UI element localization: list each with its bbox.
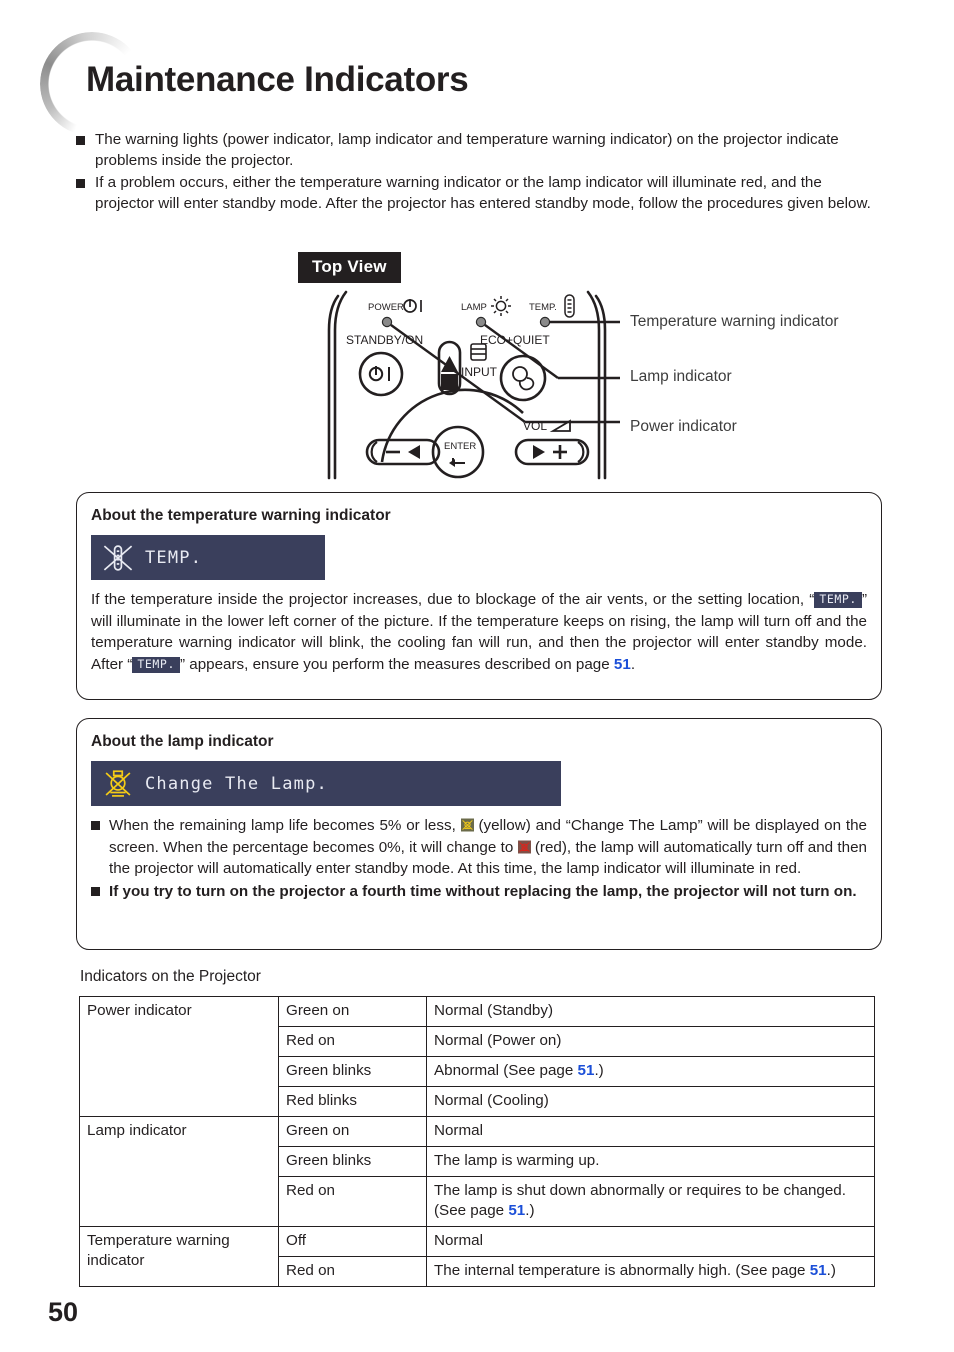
svg-text:LAMP: LAMP — [461, 302, 487, 313]
inline-temp-badge: TEMP. — [814, 592, 862, 608]
svg-text:ENTER: ENTER — [444, 441, 476, 452]
desc-text: The lamp is shut down abnormally or requ… — [434, 1182, 846, 1219]
page-reference-link[interactable]: 51 — [578, 1062, 595, 1079]
page-reference-link[interactable]: 51 — [508, 1202, 525, 1219]
cell-description: Normal — [426, 1116, 875, 1147]
crossed-thermometer-icon — [103, 544, 133, 571]
table-row: Power indicator Green on Normal (Standby… — [79, 996, 875, 1117]
temp-body-part-1: If the temperature inside the projector … — [91, 591, 815, 608]
cell-description: The internal temperature is abnormally h… — [426, 1256, 875, 1287]
cell-indicator-name: Temperature warning indicator — [79, 1226, 279, 1287]
intro-bullet-list: The warning lights (power indicator, lam… — [76, 130, 882, 216]
desc-text-post: .) — [594, 1062, 604, 1079]
cell-state: Green blinks — [278, 1146, 427, 1177]
page-title: Maintenance Indicators — [86, 60, 469, 99]
temperature-indicator-info-box: About the temperature warning indicator … — [76, 492, 882, 700]
lamp-bullet-1-text: When the remaining lamp life becomes 5% … — [109, 815, 867, 880]
desc-text: Normal — [434, 1232, 483, 1249]
cell-state: Green on — [278, 1116, 427, 1147]
square-bullet-icon — [76, 136, 85, 145]
list-item: The warning lights (power indicator, lam… — [76, 130, 882, 171]
desc-text: Normal (Power on) — [434, 1032, 562, 1049]
crossed-lamp-icon-red — [517, 840, 531, 853]
svg-text:STANDBY/ON: STANDBY/ON — [346, 333, 423, 347]
desc-text: The lamp is warming up. — [434, 1152, 600, 1169]
cell-description: Abnormal (See page 51.) — [426, 1056, 875, 1087]
cell-description: The lamp is shut down abnormally or requ… — [426, 1176, 875, 1227]
page-reference-link[interactable]: 51 — [614, 656, 631, 673]
desc-text-post: .) — [826, 1262, 836, 1279]
square-bullet-icon — [76, 179, 85, 188]
cell-description: Normal — [426, 1226, 875, 1257]
temp-body-part-4: . — [630, 655, 636, 673]
desc-text: The internal temperature is abnormally h… — [434, 1262, 810, 1279]
cell-description: The lamp is warming up. — [426, 1146, 875, 1177]
page-reference-link[interactable]: 51 — [810, 1262, 827, 1279]
table-row: Lamp indicator Green on Normal — [79, 1116, 875, 1227]
lamp-indicator-info-box: About the lamp indicator Change The Lamp… — [76, 718, 882, 950]
document-page: Maintenance Indicators The warning light… — [0, 0, 954, 1352]
svg-text:ECO+QUIET: ECO+QUIET — [480, 333, 550, 347]
desc-text: Normal — [434, 1122, 483, 1139]
cell-state: Red on — [278, 1256, 427, 1287]
callout-power-indicator: Power indicator — [630, 418, 737, 435]
cell-description: Normal (Standby) — [426, 996, 875, 1027]
intro-bullet-text: If a problem occurs, either the temperat… — [95, 174, 871, 212]
crossed-lamp-icon — [105, 769, 131, 797]
temp-body-part-3: ” appears, ensure you perform the measur… — [179, 655, 614, 673]
desc-text: Abnormal (See page — [434, 1062, 578, 1079]
page-number: 50 — [48, 1297, 79, 1327]
osd-temp-message-bar: TEMP. — [91, 535, 325, 580]
inline-temp-badge: TEMP. — [132, 656, 180, 673]
cell-state: Green on — [278, 996, 427, 1027]
page-header: Maintenance Indicators — [40, 24, 920, 136]
indicators-table-body: Power indicator Green on Normal (Standby… — [79, 996, 875, 1287]
list-item: If a problem occurs, either the temperat… — [76, 173, 882, 214]
svg-text:VOL: VOL — [523, 419, 547, 433]
lamp-box-body: When the remaining lamp life becomes 5% … — [91, 815, 867, 903]
lamp-bullet-2-text: If you try to turn on the projector a fo… — [109, 882, 857, 900]
cell-state: Red blinks — [278, 1086, 427, 1117]
crossed-lamp-icon-yellow — [460, 818, 474, 832]
cell-description: Normal (Power on) — [426, 1026, 875, 1057]
top-view-label: Top View — [298, 252, 401, 283]
cell-state: Red on — [278, 1026, 427, 1057]
intro-bullet-text: The warning lights (power indicator, lam… — [95, 131, 839, 169]
table-row: Temperature warning indicator Off Normal — [79, 1226, 875, 1287]
list-item: If you try to turn on the projector a fo… — [91, 881, 867, 903]
callout-temperature-warning-indicator: Temperature warning indicator — [630, 313, 839, 330]
cell-state: Red on — [278, 1176, 427, 1227]
osd-temp-label: TEMP. — [145, 547, 203, 568]
cell-indicator-name: Lamp indicator — [79, 1116, 279, 1227]
cell-indicator-name: Power indicator — [79, 996, 279, 1117]
indicators-table: Power indicator Green on Normal (Standby… — [79, 996, 875, 1287]
projector-top-view-diagram: POWER LAMP TEMP. STANDBY/ON ECO+QUIET IN… — [320, 282, 620, 482]
square-bullet-icon — [91, 821, 100, 830]
temperature-box-heading: About the temperature warning indicator — [91, 507, 391, 524]
osd-lamp-label: Change The Lamp. — [145, 773, 328, 794]
svg-text:TEMP.: TEMP. — [529, 302, 557, 313]
lamp-box-heading: About the lamp indicator — [91, 733, 274, 750]
svg-text:POWER: POWER — [368, 302, 404, 313]
temperature-box-body: If the temperature inside the projector … — [91, 589, 867, 675]
desc-text: Normal (Standby) — [434, 1002, 554, 1019]
table-caption: Indicators on the Projector — [80, 968, 261, 985]
lamp-bullet1-part1: When the remaining lamp life becomes 5% … — [109, 817, 461, 834]
desc-text-post: .) — [525, 1202, 535, 1219]
cell-description: Normal (Cooling) — [426, 1086, 875, 1117]
cell-state: Green blinks — [278, 1056, 427, 1087]
osd-lamp-message-bar: Change The Lamp. — [91, 761, 561, 806]
cell-state: Off — [278, 1226, 427, 1257]
square-bullet-icon — [91, 886, 100, 896]
svg-text:INPUT: INPUT — [461, 365, 498, 379]
desc-text: Normal (Cooling) — [434, 1092, 549, 1109]
callout-lamp-indicator: Lamp indicator — [630, 368, 732, 385]
list-item: When the remaining lamp life becomes 5% … — [91, 815, 867, 880]
